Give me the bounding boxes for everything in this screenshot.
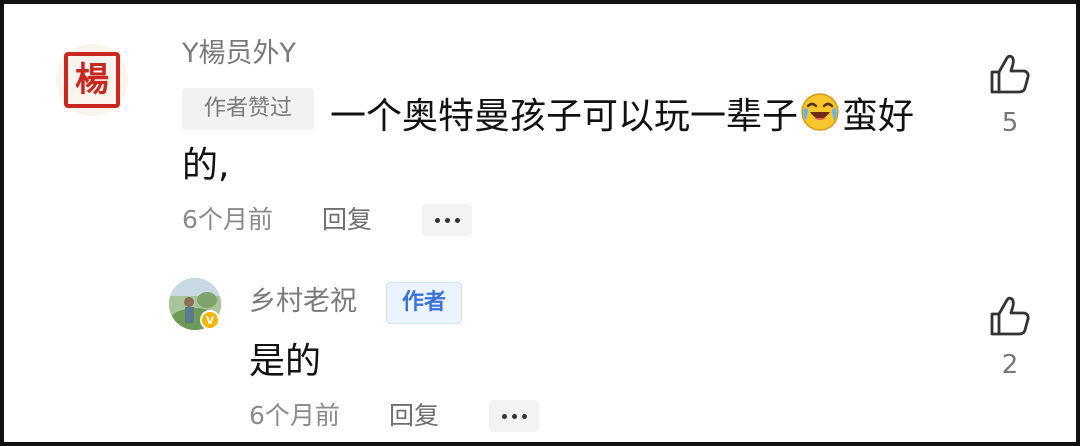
reply-like-count: 2 (1001, 350, 1019, 380)
reply-more-button[interactable] (489, 400, 539, 432)
more-dots-icon (501, 413, 507, 419)
comment-text-line1: 一个奥特曼孩子可以玩一辈子 蛮好 (330, 92, 914, 135)
author-liked-tag: 作者赞过 (182, 88, 314, 130)
reply-text: 是的 (249, 341, 322, 382)
comment-text-part1: 一个奥特曼孩子可以玩一辈子 (330, 96, 799, 137)
author-tag: 作者 (386, 282, 462, 324)
comment-like-count: 5 (1001, 108, 1019, 138)
reply-username[interactable]: 乡村老祝 (249, 288, 357, 315)
comment-text-line2: 的, (182, 145, 230, 186)
more-dots-icon (434, 217, 440, 223)
verified-badge: V (200, 310, 220, 330)
laughing-crying-emoji-icon (801, 93, 839, 131)
comment-username[interactable]: Y楊员外Y (182, 40, 296, 67)
comment-more-button[interactable] (422, 204, 472, 236)
comment-text-part2: 蛮好 (842, 96, 915, 137)
thumbs-up-icon[interactable] (988, 294, 1032, 338)
avatar-seal-text: 楊 (64, 52, 120, 108)
reply-reply-button[interactable]: 回复 (389, 403, 439, 428)
comment-thread: 楊 Y楊员外Y 作者赞过 一个奥特曼孩子可以玩一辈子 蛮好 的, 6个月前 回复… (0, 0, 1080, 446)
thumbs-up-icon[interactable] (988, 52, 1032, 96)
comment-reply-button[interactable]: 回复 (322, 207, 372, 232)
reply-timestamp: 6个月前 (249, 401, 340, 430)
comment-timestamp: 6个月前 (182, 205, 273, 234)
avatar[interactable]: 楊 (56, 44, 128, 116)
